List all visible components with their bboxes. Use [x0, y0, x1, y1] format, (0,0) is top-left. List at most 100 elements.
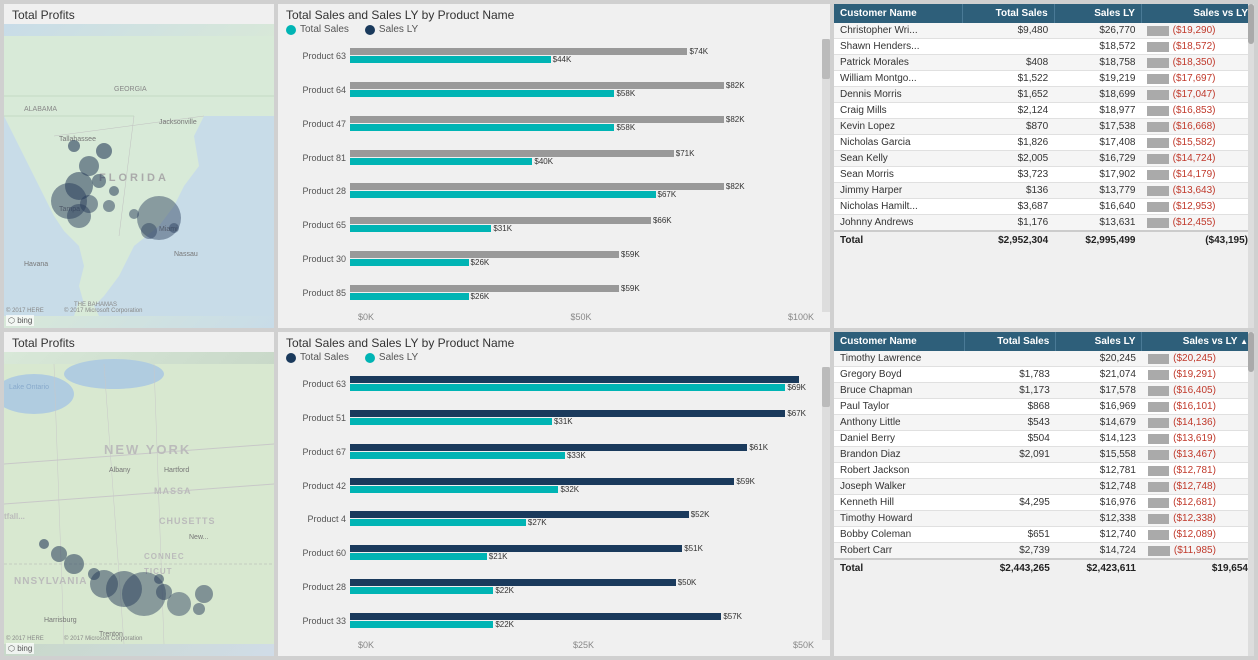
- sales-ly-cell: $14,679: [1056, 415, 1142, 431]
- vs-ly-bar: [1148, 386, 1169, 396]
- ly-bar-value: $51K: [684, 544, 703, 553]
- total-sales-cell: $9,480: [963, 23, 1055, 39]
- bar-group: $69K: [350, 376, 806, 392]
- svg-text:© 2017 HERE: © 2017 HERE: [6, 635, 44, 642]
- customer-name-cell: Daniel Berry: [834, 431, 965, 447]
- ly-bar: [350, 150, 674, 157]
- table-row: Sean Morris$3,723$17,902($14,179): [834, 167, 1254, 183]
- sales-ly-cell: $18,572: [1054, 39, 1141, 55]
- map-container-1: FLORIDA ALABAMA GEORGIA Tallahassee Jack…: [4, 24, 274, 328]
- bar-row: Product 65$66K$31K: [286, 216, 806, 234]
- vs-ly-value: ($12,455): [1173, 217, 1216, 228]
- legend-dot-ly-1: [365, 25, 375, 35]
- customer-name-cell: Robert Carr: [834, 543, 965, 560]
- total-sales-cell: $870: [963, 119, 1055, 135]
- sales-vs-ly-cell: ($17,047): [1141, 87, 1221, 102]
- bar-row: Product 63$74K$44K: [286, 47, 806, 65]
- vs-ly-bar: [1148, 450, 1169, 460]
- florida-map: FLORIDA ALABAMA GEORGIA Tallahassee Jack…: [4, 24, 274, 328]
- bar-label: Product 28: [286, 186, 346, 196]
- total-bar-value: $26K: [471, 292, 490, 301]
- legend-dot-total-1: [286, 25, 296, 35]
- vs-ly-bar: [1148, 466, 1169, 476]
- florida-map-svg: FLORIDA ALABAMA GEORGIA Tallahassee Jack…: [4, 24, 274, 328]
- customer-name-cell: Timothy Lawrence: [834, 351, 965, 367]
- bar-row: Product 51$67K$31K: [286, 409, 806, 427]
- ly-bar-track: $61K: [350, 444, 806, 451]
- total-bar-track: $27K: [350, 519, 806, 526]
- sales-vs-ly-cell: ($14,179): [1141, 167, 1221, 182]
- vs-ly-value: ($19,291): [1173, 369, 1216, 380]
- ly-bar: [350, 545, 682, 552]
- bar-chart-1: Product 63$74K$44KProduct 64$82K$58KProd…: [286, 39, 822, 310]
- ly-bar: [350, 478, 734, 485]
- sales-ly-cell: $14,724: [1056, 543, 1142, 560]
- vs-ly-bar: [1147, 154, 1168, 164]
- sales-ly-cell: $17,408: [1054, 135, 1141, 151]
- total-sales-cell: $3,687: [963, 199, 1055, 215]
- chart-scrollbar-1[interactable]: [822, 39, 830, 312]
- sales-vs-ly-cell: ($16,853): [1141, 103, 1221, 118]
- legend-item-ly-1: Sales LY: [365, 24, 418, 35]
- table-wrapper-2: Customer Name Total Sales Sales LY Sales…: [834, 332, 1254, 656]
- sales-ly-cell: $18,699: [1054, 87, 1141, 103]
- table-row: Kenneth Hill$4,295$16,976($12,681): [834, 495, 1254, 511]
- ly-bar: [350, 285, 619, 292]
- data-table-1: Customer Name Total Sales Sales LY Sales…: [834, 4, 1254, 249]
- svg-text:Albany: Albany: [109, 467, 131, 474]
- ly-bar-value: $82K: [726, 115, 745, 124]
- total-vs-ly-2: $19,654: [1142, 559, 1254, 577]
- vs-ly-bar: [1147, 106, 1168, 116]
- ly-bar: [350, 579, 676, 586]
- vs-ly-bar: [1147, 218, 1168, 228]
- table-scrollbar-2[interactable]: [1248, 332, 1254, 656]
- customer-name-cell: Nicholas Garcia: [834, 135, 963, 151]
- total-bar-track: $26K: [350, 259, 806, 266]
- table-row: Brandon Diaz$2,091$15,558($13,467): [834, 447, 1254, 463]
- customer-name-cell: William Montgo...: [834, 71, 963, 87]
- vs-ly-bar: [1147, 90, 1168, 100]
- customer-name-cell: Jimmy Harper: [834, 183, 963, 199]
- vs-ly-bar: [1147, 26, 1168, 36]
- bar-row: Product 28$82K$67K: [286, 182, 806, 200]
- table-row: Johnny Andrews$1,176$13,631($12,455): [834, 215, 1254, 232]
- total-bar: [350, 452, 565, 459]
- table-scrollbar-thumb-2: [1248, 332, 1254, 372]
- bar-label: Product 30: [286, 254, 346, 264]
- bar-label: Product 28: [286, 582, 346, 592]
- customer-name-cell: Kenneth Hill: [834, 495, 965, 511]
- sales-ly-cell: $12,781: [1056, 463, 1142, 479]
- dashboard: Total Profits: [0, 0, 1258, 660]
- total-sales-cell: $543: [965, 415, 1056, 431]
- total-bar-value: $58K: [616, 89, 635, 98]
- total-bar-track: $58K: [350, 90, 806, 97]
- svg-text:Nassau: Nassau: [174, 251, 198, 258]
- total-sales-cell: [965, 351, 1056, 367]
- ly-bar-value: $67K: [787, 409, 806, 418]
- chart-scrollbar-2[interactable]: [822, 367, 830, 640]
- svg-text:Jacksonville: Jacksonville: [159, 119, 197, 126]
- ly-bar: [350, 183, 724, 190]
- ly-bar-value: $82K: [726, 81, 745, 90]
- total-sales-cell: [965, 463, 1056, 479]
- bing-logo-1: ⬡ bing: [6, 315, 34, 326]
- customer-name-cell: Brandon Diaz: [834, 447, 965, 463]
- table-row: William Montgo...$1,522$19,219($17,697): [834, 71, 1254, 87]
- vs-ly-bar: [1147, 42, 1168, 52]
- vs-ly-bar: [1147, 170, 1168, 180]
- row-1: Total Profits: [4, 4, 1254, 328]
- ly-bar-track: $52K: [350, 511, 806, 518]
- vs-ly-value: ($16,668): [1173, 121, 1216, 132]
- customer-name-cell: Timothy Howard: [834, 511, 965, 527]
- legend-label-ly-2: Sales LY: [379, 352, 418, 363]
- table-row: Anthony Little$543$14,679($14,136): [834, 415, 1254, 431]
- total-sales-cell: $1,652: [963, 87, 1055, 103]
- total-bar: [350, 191, 656, 198]
- legend-dot-ly-2: [365, 353, 375, 363]
- th-customer-name-1: Customer Name: [834, 4, 963, 23]
- customer-name-cell: Paul Taylor: [834, 399, 965, 415]
- table-scrollbar-1[interactable]: [1248, 4, 1254, 328]
- total-bar-value: $31K: [554, 417, 573, 426]
- vs-ly-bar: [1148, 402, 1169, 412]
- table-panel-1: Customer Name Total Sales Sales LY Sales…: [834, 4, 1254, 328]
